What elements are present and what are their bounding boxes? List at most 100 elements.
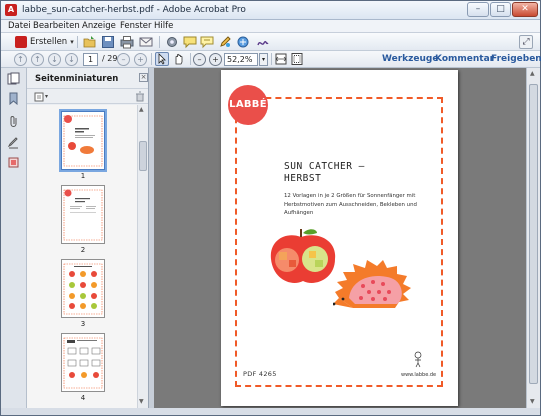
thumbnail-label-1: 1 xyxy=(80,172,86,180)
scroll-down-icon[interactable]: ▼ xyxy=(139,398,144,405)
chevron-down-icon[interactable]: ▾ xyxy=(259,53,268,66)
fit-width-button[interactable] xyxy=(274,52,288,66)
email-button[interactable] xyxy=(139,35,153,49)
document-scrollbar[interactable]: ▲ ▼ xyxy=(526,68,540,408)
page-thumbnails-button[interactable] xyxy=(7,72,20,85)
share-link[interactable]: Freigeben xyxy=(491,54,541,64)
zoom-input[interactable]: 52,2% xyxy=(224,53,258,66)
thumbnail-label-2: 2 xyxy=(80,246,86,254)
save-button[interactable] xyxy=(101,35,115,49)
document-subtitle: 12 Vorlagen in je 2 Größen für Sonnenfän… xyxy=(284,193,417,216)
hand-icon xyxy=(175,53,183,65)
thumbnail-page-3[interactable] xyxy=(61,259,105,318)
comment-button[interactable] xyxy=(183,35,197,49)
scroll-up-icon[interactable]: ▲ xyxy=(530,70,535,77)
toolbar-divider xyxy=(151,53,152,65)
signatures-button[interactable] xyxy=(7,136,20,149)
menu-bearbeiten[interactable]: Bearbeiten xyxy=(33,21,80,31)
menu-anzeige[interactable]: Anzeige xyxy=(82,21,116,31)
scroll-up-icon[interactable]: ▲ xyxy=(139,106,144,113)
acrobat-window: A labbe_sun-catcher-herbst.pdf - Adobe A… xyxy=(0,0,541,416)
close-panel-icon[interactable]: × xyxy=(139,73,148,82)
thumbnail-scrollbar[interactable]: ▲ ▼ xyxy=(137,105,148,408)
trash-icon xyxy=(136,91,144,102)
layers-button[interactable] xyxy=(7,156,20,169)
delete-page-button[interactable] xyxy=(135,91,145,105)
window-title: labbe_sun-catcher-herbst.pdf - Adobe Acr… xyxy=(22,5,246,15)
gear-icon xyxy=(167,37,177,47)
bookmark-icon xyxy=(9,92,18,106)
maximize-button[interactable]: □ xyxy=(490,2,511,17)
labbe-logo: LABBÉ xyxy=(228,85,268,125)
thumbnail-list: 1 2 3 4 xyxy=(27,105,137,408)
zoom-out-button[interactable]: – xyxy=(193,53,206,66)
share-cloud-icon xyxy=(237,36,249,48)
thumbnail-scroll-thumb[interactable] xyxy=(139,141,147,171)
signature-icon xyxy=(257,40,269,46)
scroll-down-icon[interactable]: ▼ xyxy=(530,398,535,405)
first-page-button[interactable]: ↑ xyxy=(14,53,27,66)
status-bar xyxy=(1,408,540,415)
thumbnail-page-1[interactable] xyxy=(61,111,105,170)
create-button[interactable]: Erstellen ▾ xyxy=(15,34,74,50)
bookmarks-button[interactable] xyxy=(7,92,20,106)
thumbnail-options-button[interactable]: ▾ xyxy=(34,91,50,102)
doodle-figure-icon xyxy=(414,351,422,368)
open-button[interactable] xyxy=(83,35,97,49)
folder-open-icon xyxy=(83,36,96,48)
envelope-icon xyxy=(139,37,153,47)
acrobat-icon: A xyxy=(5,4,17,16)
page-2-preview xyxy=(63,189,103,241)
sticky-note-button[interactable] xyxy=(200,35,214,49)
menu-fenster[interactable]: Fenster xyxy=(120,21,152,31)
share-button[interactable] xyxy=(236,35,250,49)
zoom-in-page-button[interactable]: + xyxy=(134,53,147,66)
close-button[interactable]: ✕ xyxy=(512,2,538,17)
settings-button[interactable] xyxy=(165,35,179,49)
page-4-preview xyxy=(63,337,103,389)
attachments-button[interactable] xyxy=(7,115,20,128)
zoom-out-page-button[interactable]: – xyxy=(117,53,130,66)
thumbnail-page-4[interactable] xyxy=(61,333,105,392)
markup-button[interactable] xyxy=(218,35,232,49)
fit-page-button[interactable] xyxy=(290,52,304,66)
minimize-button[interactable]: – xyxy=(467,2,489,17)
panel-options-bar: ▾ xyxy=(27,88,148,104)
document-scroll-thumb[interactable] xyxy=(529,84,538,384)
pen-markup-icon xyxy=(220,36,231,47)
document-viewport[interactable]: LABBÉ SUN CATCHER – HERBST 12 Vorlagen i… xyxy=(154,68,526,408)
document-code: PDF 4265 xyxy=(243,370,277,378)
expand-button[interactable]: ⤢ xyxy=(519,35,533,49)
speech-bubble-icon xyxy=(183,36,197,49)
title-line-1: SUN CATCHER – xyxy=(284,161,365,172)
pages-icon xyxy=(7,72,20,85)
previous-page-button[interactable]: ↑ xyxy=(31,53,44,66)
document-url: www.labbe.de xyxy=(401,372,437,378)
toolbar-divider xyxy=(77,36,78,48)
zoom-in-button[interactable]: + xyxy=(209,53,222,66)
thumbnail-panel: Seitenminiaturen × ▾ 1 2 3 4 ▲ ▼ xyxy=(27,68,149,408)
title-bar: A labbe_sun-catcher-herbst.pdf - Adobe A… xyxy=(1,1,540,20)
sign-button[interactable] xyxy=(256,35,270,49)
print-button[interactable] xyxy=(120,35,134,49)
title-line-2: HERBST xyxy=(284,173,322,184)
tools-link[interactable]: Werkzeuge xyxy=(382,54,438,64)
apple-illustration xyxy=(270,229,336,283)
cursor-arrow-icon xyxy=(158,53,166,65)
next-page-button[interactable]: ↓ xyxy=(48,53,61,66)
panel-title: Seitenminiaturen xyxy=(35,74,119,84)
comment-link[interactable]: Kommentar xyxy=(435,54,494,64)
create-pdf-icon xyxy=(15,36,27,48)
signature-pen-icon xyxy=(7,137,18,149)
hand-tool-button[interactable] xyxy=(172,52,186,66)
page-number-input[interactable]: 1 xyxy=(83,53,98,66)
chevron-down-icon: ▾ xyxy=(70,38,74,46)
last-page-button[interactable]: ↓ xyxy=(65,53,78,66)
paperclip-icon xyxy=(10,116,17,127)
thumbnail-page-2[interactable] xyxy=(61,185,105,244)
menu-datei[interactable]: Datei xyxy=(8,21,31,31)
select-tool-button[interactable] xyxy=(155,52,169,66)
menu-hilfe[interactable]: Hilfe xyxy=(154,21,173,31)
page-1-preview xyxy=(63,115,103,167)
thumbnail-label-4: 4 xyxy=(80,394,86,402)
